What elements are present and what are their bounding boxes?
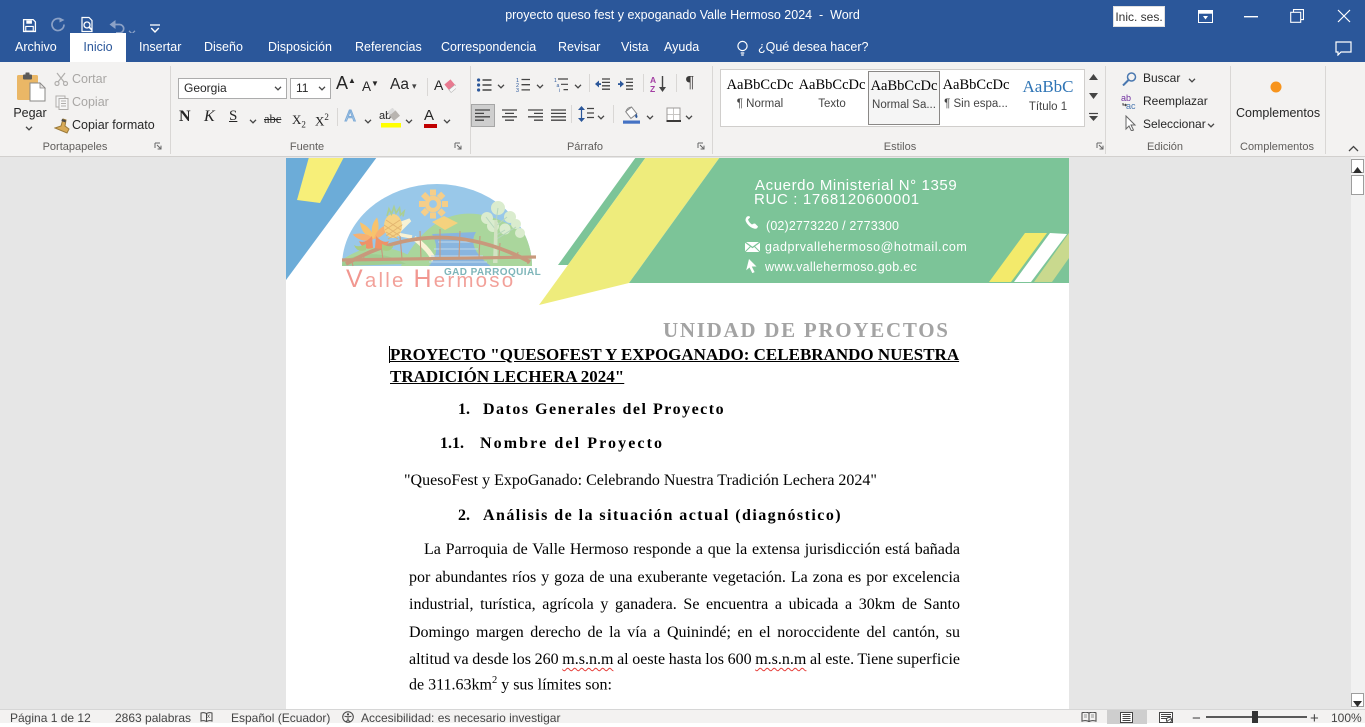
svg-text:gadprvallehermoso@hotmail.com: gadprvallehermoso@hotmail.com: [765, 240, 967, 254]
svg-text:3: 3: [516, 88, 519, 92]
svg-text:i: i: [559, 88, 560, 92]
svg-text:www.vallehermoso.gob.ec: www.vallehermoso.gob.ec: [764, 260, 917, 274]
svg-text:Z: Z: [650, 84, 655, 93]
svg-text:(02)2773220 / 2773300: (02)2773220 / 2773300: [766, 219, 899, 233]
svg-text:ac: ac: [1126, 101, 1136, 110]
svg-text:A: A: [434, 77, 444, 93]
svg-text:RUC : 1768120600001: RUC : 1768120600001: [754, 191, 920, 208]
svg-text:Valle Hermoso: Valle Hermoso: [346, 265, 515, 293]
svg-text:x: x: [207, 714, 210, 720]
